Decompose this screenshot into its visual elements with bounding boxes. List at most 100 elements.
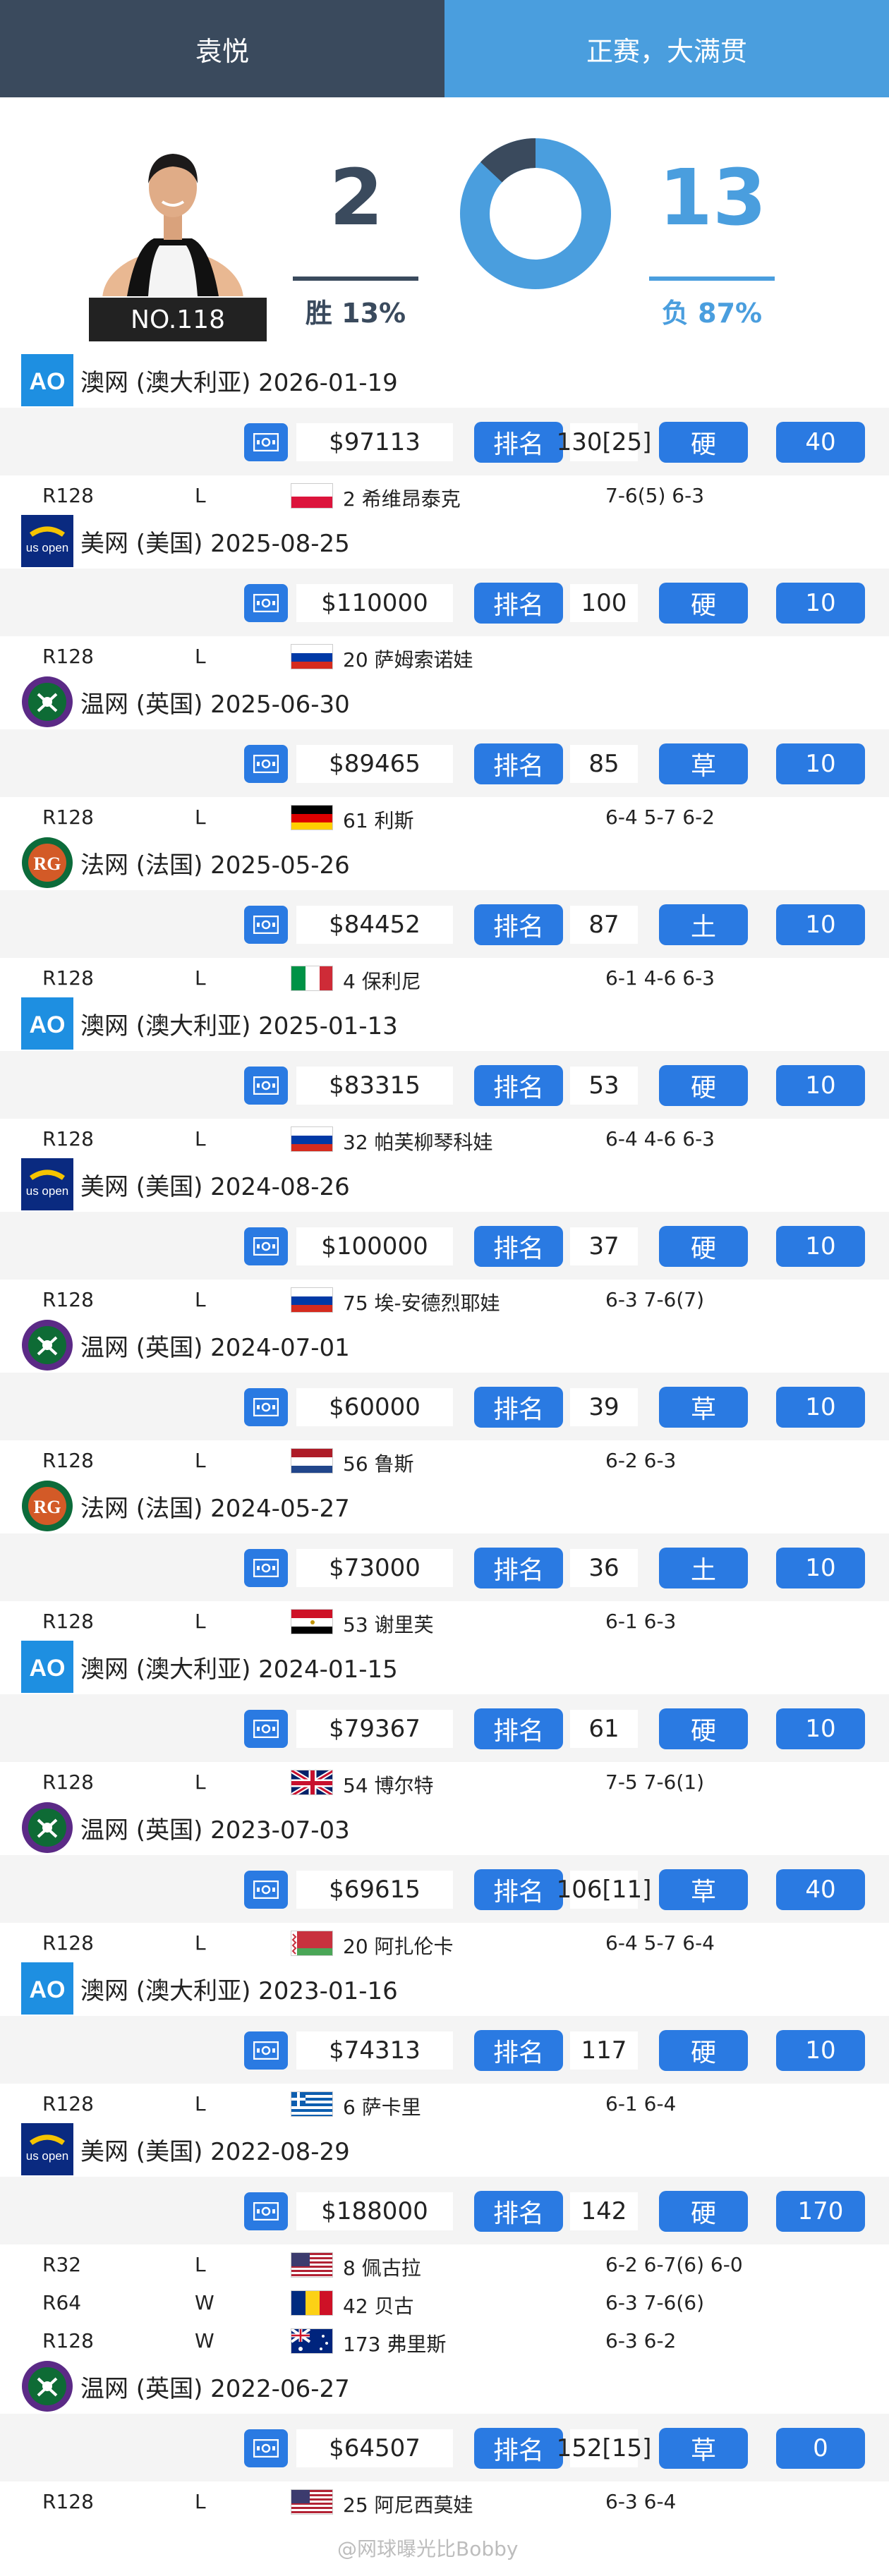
tournament-header[interactable]: RG 法网 (法国) 2025-05-26 (0, 835, 889, 890)
rank-button[interactable]: 排名 (474, 743, 563, 784)
match-row[interactable]: R32 L 8 佩古拉 6-2 6-7(6) 6-0 (0, 2244, 889, 2283)
rank-button[interactable]: 排名 (474, 1226, 563, 1267)
match-row[interactable]: R64 W 42 贝古 6-3 7-6(6) (0, 2283, 889, 2321)
tournament-header[interactable]: AO 澳网 (澳大利亚) 2025-01-13 (0, 996, 889, 1051)
points-button[interactable]: 10 (776, 1387, 865, 1428)
prize-money-icon[interactable] (244, 423, 288, 461)
tournament-header[interactable]: us open 美网 (美国) 2024-08-26 (0, 1157, 889, 1212)
entry-rank: 106[11] (557, 1871, 651, 1909)
prize-money-icon[interactable] (244, 745, 288, 783)
points-button[interactable]: 10 (776, 1226, 865, 1267)
prize-money-icon[interactable] (244, 1227, 288, 1265)
tournament-header[interactable]: AO 澳网 (澳大利亚) 2023-01-16 (0, 1961, 889, 2016)
tournament-block: AO 澳网 (澳大利亚) 2026-01-19 $97113 排名 130[25… (0, 353, 889, 514)
tournament-info-bar: $79367 排名 61 硬 10 (0, 1694, 889, 1762)
tournament-header[interactable]: 温网 (英国) 2023-07-03 (0, 1800, 889, 1855)
tab-mode[interactable]: 正赛，大满贯 (445, 0, 889, 97)
match-row[interactable]: R128 L 20 阿扎伦卡 6-4 5-7 6-4 (0, 1923, 889, 1961)
match-round: R128 (42, 1288, 94, 1311)
surface-button[interactable]: 硬 (659, 422, 748, 463)
prize-money-icon[interactable] (244, 2192, 288, 2230)
match-row[interactable]: R128 L 2 希维昂泰克 7-6(5) 6-3 (0, 475, 889, 514)
svg-text:us open: us open (26, 1184, 69, 1198)
rank-button[interactable]: 排名 (474, 2030, 563, 2071)
points-button[interactable]: 10 (776, 2030, 865, 2071)
match-row[interactable]: R128 L 6 萨卡里 6-1 6-4 (0, 2084, 889, 2122)
prize-money-icon[interactable] (244, 1549, 288, 1587)
prize-money: $110000 (296, 584, 453, 622)
surface-button[interactable]: 草 (659, 1869, 748, 1910)
entry-rank: 142 (570, 2192, 638, 2230)
opponent-name: 20 阿扎伦卡 (343, 1935, 454, 1958)
surface-button[interactable]: 硬 (659, 1226, 748, 1267)
rank-button[interactable]: 排名 (474, 1548, 563, 1588)
prize-money-icon[interactable] (244, 906, 288, 944)
points-button[interactable]: 10 (776, 743, 865, 784)
opponent-name: 56 鲁斯 (343, 1452, 414, 1476)
match-row[interactable]: R128 L 56 鲁斯 6-2 6-3 (0, 1440, 889, 1478)
tournament-header[interactable]: AO 澳网 (澳大利亚) 2024-01-15 (0, 1639, 889, 1694)
surface-button[interactable]: 硬 (659, 2191, 748, 2232)
tournament-header[interactable]: us open 美网 (美国) 2022-08-29 (0, 2122, 889, 2177)
prize-money-icon[interactable] (244, 1388, 288, 1426)
tab-player[interactable]: 袁悦 (0, 0, 445, 97)
surface-button[interactable]: 草 (659, 1387, 748, 1428)
tournament-info-bar: $64507 排名 152[15] 草 0 (0, 2414, 889, 2481)
rank-button[interactable]: 排名 (474, 1387, 563, 1428)
match-row[interactable]: R128 L 20 萨姆索诺娃 (0, 636, 889, 674)
surface-button[interactable]: 土 (659, 904, 748, 945)
points-button[interactable]: 170 (776, 2191, 865, 2232)
surface-button[interactable]: 硬 (659, 1708, 748, 1749)
rank-button[interactable]: 排名 (474, 1708, 563, 1749)
watermark: @网球曝光比Bobby (337, 2537, 519, 2560)
rank-button[interactable]: 排名 (474, 904, 563, 945)
match-row[interactable]: R128 L 61 利斯 6-4 5-7 6-2 (0, 797, 889, 835)
surface-button[interactable]: 硬 (659, 583, 748, 624)
rank-button[interactable]: 排名 (474, 2191, 563, 2232)
match-row[interactable]: R128 L 53 谢里芙 6-1 6-3 (0, 1601, 889, 1639)
prize-money-icon[interactable] (244, 1067, 288, 1105)
tournament-header[interactable]: AO 澳网 (澳大利亚) 2026-01-19 (0, 353, 889, 408)
match-row[interactable]: R128 L 32 帕芙柳琴科娃 6-4 4-6 6-3 (0, 1119, 889, 1157)
points-button[interactable]: 10 (776, 904, 865, 945)
tournament-info-bar: $74313 排名 117 硬 10 (0, 2016, 889, 2084)
surface-button[interactable]: 硬 (659, 1065, 748, 1106)
match-row[interactable]: R128 L 25 阿尼西莫娃 6-3 6-4 (0, 2481, 889, 2520)
match-row[interactable]: R128 W 173 弗里斯 6-3 6-2 (0, 2321, 889, 2359)
prize-money-icon[interactable] (244, 584, 288, 622)
prize-money-icon[interactable] (244, 2031, 288, 2070)
match-row[interactable]: R128 L 75 埃-安德烈耶娃 6-3 7-6(7) (0, 1280, 889, 1318)
rank-button[interactable]: 排名 (474, 1869, 563, 1910)
match-score: 6-2 6-7(6) 6-0 (605, 2253, 743, 2276)
rank-button[interactable]: 排名 (474, 1065, 563, 1106)
surface-button[interactable]: 草 (659, 743, 748, 784)
match-row[interactable]: R128 L 4 保利尼 6-1 4-6 6-3 (0, 958, 889, 996)
surface-button[interactable]: 草 (659, 2428, 748, 2469)
prize-money-icon[interactable] (244, 2429, 288, 2467)
tournament-block: 温网 (英国) 2024-07-01 $60000 排名 39 草 10 R12… (0, 1318, 889, 1478)
points-button[interactable]: 10 (776, 1065, 865, 1106)
tournament-header[interactable]: 温网 (英国) 2024-07-01 (0, 1318, 889, 1373)
rank-button[interactable]: 排名 (474, 583, 563, 624)
tournament-header[interactable]: us open 美网 (美国) 2025-08-25 (0, 514, 889, 569)
rank-button[interactable]: 排名 (474, 2428, 563, 2469)
points-button[interactable]: 0 (776, 2428, 865, 2469)
points-button[interactable]: 10 (776, 1708, 865, 1749)
points-button[interactable]: 40 (776, 1869, 865, 1910)
tournament-header[interactable]: 温网 (英国) 2025-06-30 (0, 674, 889, 729)
prize-money: $83315 (296, 1067, 453, 1105)
surface-button[interactable]: 硬 (659, 2030, 748, 2071)
prize-money-icon[interactable] (244, 1710, 288, 1748)
uso-logo-icon: us open (21, 1158, 73, 1210)
prize-money-icon[interactable] (244, 1871, 288, 1909)
tournament-header[interactable]: RG 法网 (法国) 2024-05-27 (0, 1478, 889, 1533)
entry-rank: 53 (570, 1067, 638, 1105)
tournament-title: 温网 (英国) 2022-06-27 (80, 2374, 350, 2403)
surface-button[interactable]: 土 (659, 1548, 748, 1588)
tournament-header[interactable]: 温网 (英国) 2022-06-27 (0, 2359, 889, 2414)
points-button[interactable]: 40 (776, 422, 865, 463)
points-button[interactable]: 10 (776, 583, 865, 624)
rank-button[interactable]: 排名 (474, 422, 563, 463)
match-row[interactable]: R128 L 54 博尔特 7-5 7-6(1) (0, 1762, 889, 1800)
points-button[interactable]: 10 (776, 1548, 865, 1588)
